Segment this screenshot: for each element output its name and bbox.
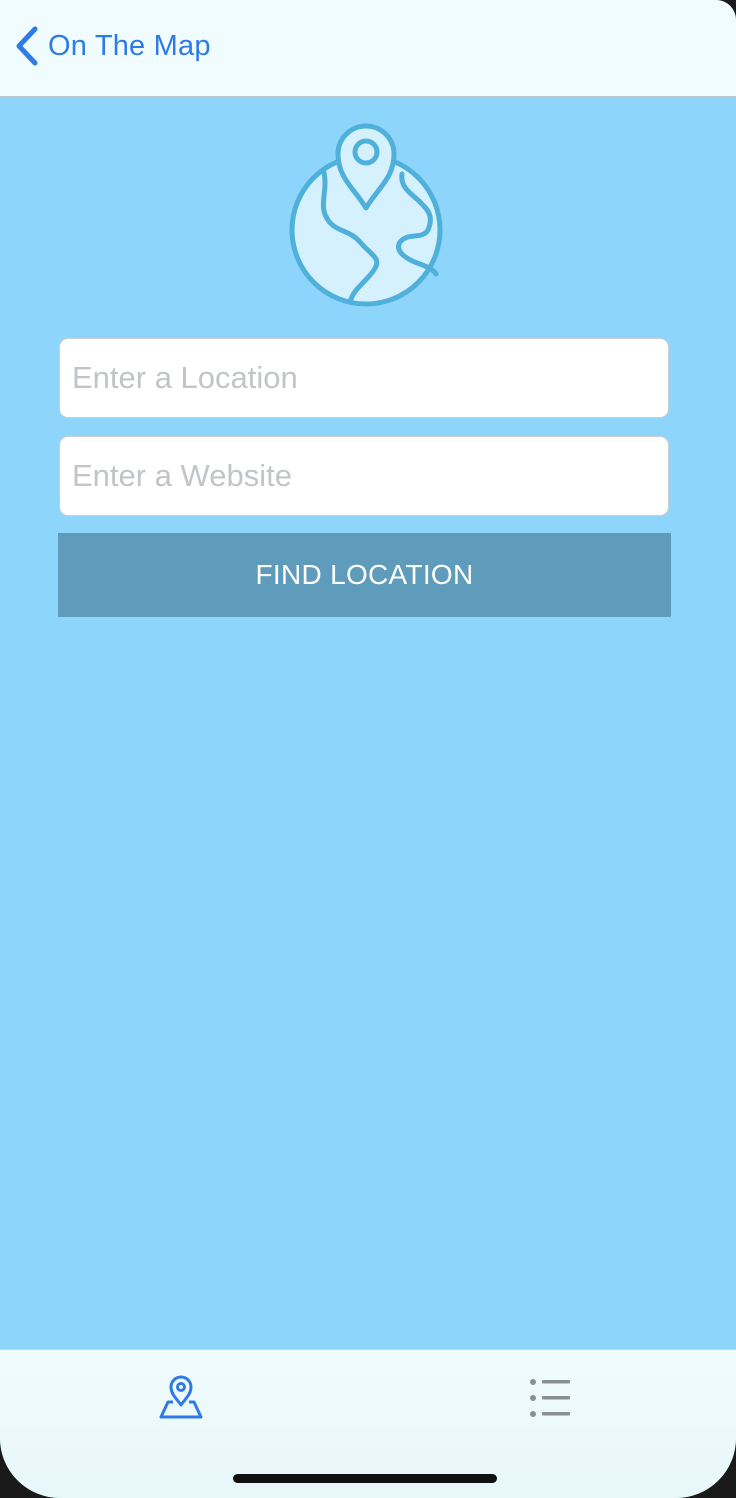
back-label: On The Map bbox=[48, 29, 211, 62]
list-icon bbox=[530, 1379, 570, 1417]
navigation-bar: On The Map bbox=[0, 0, 736, 97]
chevron-left-icon bbox=[16, 26, 38, 66]
tab-list[interactable] bbox=[520, 1368, 580, 1428]
home-indicator bbox=[233, 1474, 497, 1483]
find-location-label: FIND LOCATION bbox=[255, 559, 474, 590]
website-input[interactable] bbox=[59, 436, 669, 516]
location-input[interactable] bbox=[59, 338, 669, 418]
map-pin-icon bbox=[159, 1375, 203, 1419]
globe-pin-icon bbox=[289, 123, 443, 307]
screen: On The Map FIND LOCATION bbox=[0, 0, 736, 1498]
find-location-button[interactable]: FIND LOCATION bbox=[58, 533, 671, 617]
tab-map[interactable] bbox=[151, 1368, 211, 1428]
back-button[interactable]: On The Map bbox=[14, 24, 211, 68]
